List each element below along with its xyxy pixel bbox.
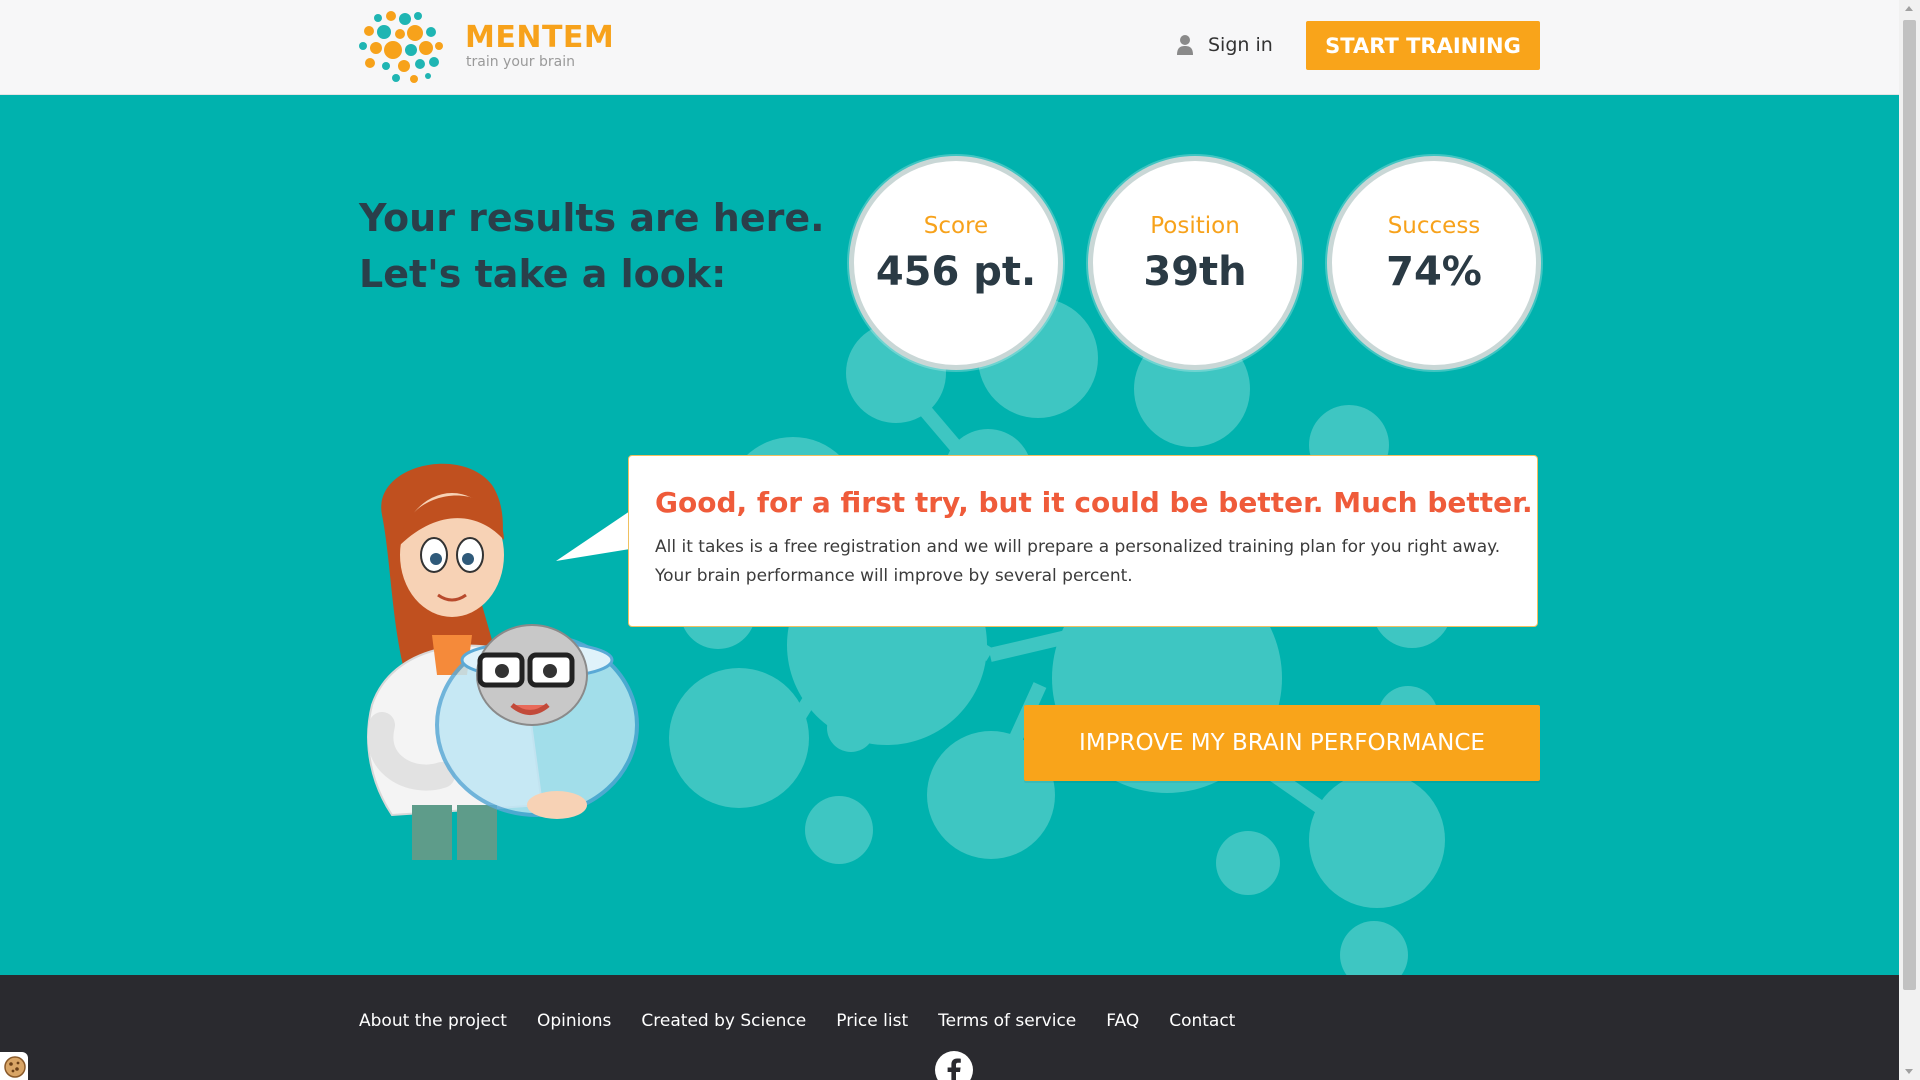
sign-in-link[interactable]: Sign in (1176, 34, 1273, 56)
sign-in-label: Sign in (1208, 34, 1273, 56)
feedback-bubble: Good, for a first try, but it could be b… (628, 455, 1538, 627)
brand-name[interactable]: MENTEM (465, 20, 614, 55)
site-header: MENTEM train your brain Sign in START TR… (0, 0, 1899, 95)
feedback-line-1: All it takes is a free registration and … (655, 537, 1501, 557)
start-training-button[interactable]: START TRAINING (1306, 21, 1540, 70)
page-scrollbar[interactable] (1899, 0, 1920, 1080)
position-stat: Position 39th (1088, 156, 1302, 370)
success-label: Success (1387, 213, 1481, 239)
person-icon (1177, 35, 1193, 55)
footer-link-opinions[interactable]: Opinions (537, 1011, 611, 1031)
results-hero: Your results are here. Let's take a look… (0, 95, 1899, 975)
score-value: 456 pt. (875, 249, 1037, 295)
success-value: 74% (1386, 249, 1482, 295)
facebook-icon[interactable] (934, 1050, 974, 1080)
cookie-icon[interactable] (0, 1052, 28, 1080)
score-stat: Score 456 pt. (849, 156, 1063, 370)
page: MENTEM train your brain Sign in START TR… (0, 0, 1920, 1080)
molecule-logo-icon[interactable] (358, 10, 444, 84)
improve-performance-button[interactable]: IMPROVE MY BRAIN PERFORMANCE (1024, 705, 1540, 781)
feedback-title: Good, for a first try, but it could be b… (655, 486, 1533, 519)
footer-link-about[interactable]: About the project (359, 1011, 507, 1031)
headline-line-2: Let's take a look: (359, 252, 727, 296)
scroll-down-arrow-icon[interactable] (1905, 1069, 1913, 1074)
brand-tagline: train your brain (466, 54, 575, 70)
site-footer: About the project Opinions Created by Sc… (0, 975, 1899, 1080)
feedback-text: All it takes is a free registration and … (655, 533, 1511, 591)
scrollbar-thumb[interactable] (1903, 20, 1916, 990)
footer-link-contact[interactable]: Contact (1169, 1011, 1235, 1031)
speech-bubble-tail (556, 511, 630, 561)
position-value: 39th (1143, 249, 1247, 295)
footer-link-faq[interactable]: FAQ (1106, 1011, 1139, 1031)
results-headline: Your results are here. Let's take a look… (359, 190, 825, 302)
scientist-with-brain-illustration (367, 463, 639, 860)
scroll-up-arrow-icon[interactable] (1905, 6, 1913, 11)
success-stat: Success 74% (1327, 156, 1541, 370)
position-label: Position (1150, 213, 1240, 239)
score-label: Score (923, 213, 989, 239)
headline-line-1: Your results are here. (359, 196, 825, 240)
footer-nav: About the project Opinions Created by Sc… (359, 1011, 1265, 1031)
footer-link-price-list[interactable]: Price list (836, 1011, 908, 1031)
footer-link-science[interactable]: Created by Science (641, 1011, 806, 1031)
footer-link-terms[interactable]: Terms of service (938, 1011, 1076, 1031)
feedback-line-2: Your brain performance will improve by s… (655, 566, 1133, 586)
